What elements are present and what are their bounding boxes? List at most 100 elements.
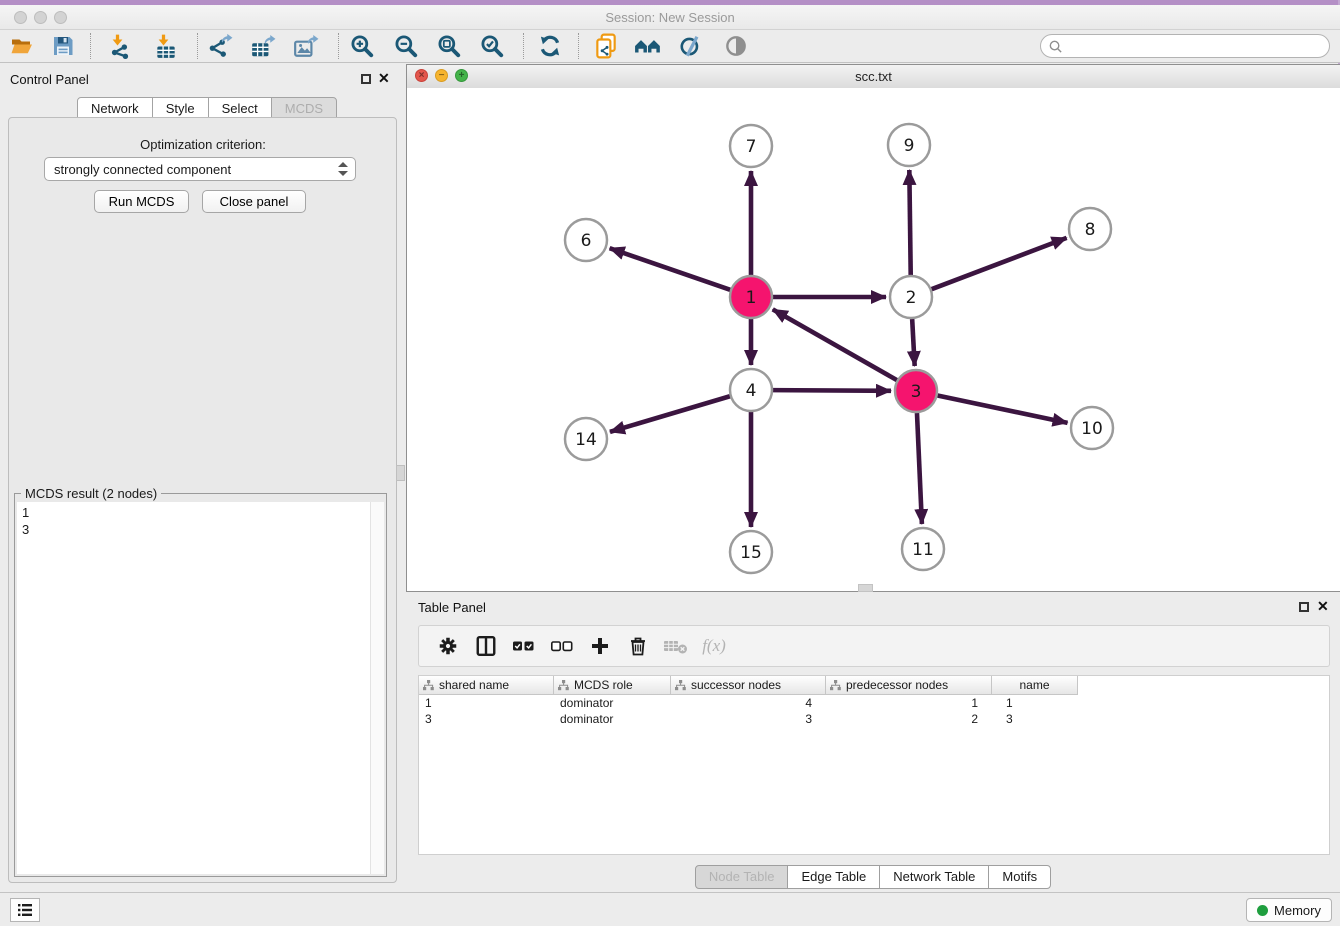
table-toolbar: f(x) <box>418 625 1330 667</box>
show-columns-icon[interactable] <box>467 631 505 661</box>
delete-row-icon[interactable] <box>619 631 657 661</box>
settings-gear-icon[interactable] <box>429 631 467 661</box>
column-header-name[interactable]: name <box>992 676 1078 695</box>
select-all-icon[interactable] <box>505 631 543 661</box>
table-row[interactable]: 3dominator323 <box>419 711 1329 727</box>
table-panel-title: Table Panel <box>418 600 486 615</box>
table-splitter-handle[interactable] <box>858 584 873 592</box>
edge-2-3[interactable] <box>912 319 915 366</box>
cell-MCDS-role[interactable]: dominator <box>554 711 671 727</box>
edge-2-8[interactable] <box>932 238 1067 289</box>
toolbar-separator <box>338 33 339 59</box>
close-panel-button[interactable]: Close panel <box>202 190 306 213</box>
panel-splitter-handle[interactable] <box>396 465 405 481</box>
close-panel-icon[interactable]: ✕ <box>378 72 390 84</box>
cell-shared-name[interactable]: 3 <box>419 711 554 727</box>
application-window: Session: New Session <box>0 0 1340 926</box>
control-panel-title: Control Panel <box>10 72 89 87</box>
cell-shared-name[interactable]: 1 <box>419 695 554 711</box>
table-row[interactable]: 1dominator411 <box>419 695 1329 711</box>
zoom-out-icon[interactable] <box>389 32 423 60</box>
node-table[interactable]: shared nameMCDS rolesuccessor nodesprede… <box>418 675 1330 855</box>
result-scrollbar[interactable] <box>370 502 384 874</box>
hierarchy-icon <box>558 680 569 691</box>
add-row-icon[interactable] <box>581 631 619 661</box>
column-header-predecessor-nodes[interactable]: predecessor nodes <box>826 676 992 695</box>
search-field[interactable] <box>1040 34 1330 58</box>
optimization-criterion-label: Optimization criterion: <box>0 137 406 152</box>
table-body: 1dominator4113dominator323 <box>419 695 1329 727</box>
memory-label: Memory <box>1274 903 1321 918</box>
cell-successor-nodes[interactable]: 3 <box>671 711 826 727</box>
column-header-MCDS-role[interactable]: MCDS role <box>554 676 671 695</box>
import-table-icon[interactable] <box>149 32 183 60</box>
cell-predecessor-nodes[interactable]: 2 <box>826 711 992 727</box>
edge-3-10[interactable] <box>938 396 1068 423</box>
cell-name[interactable]: 1 <box>992 695 1078 711</box>
list-icon <box>17 903 33 917</box>
node-label-4: 4 <box>746 381 757 401</box>
search-icon <box>1048 39 1063 54</box>
save-icon[interactable] <box>46 32 80 60</box>
float-table-panel-icon[interactable] <box>1299 602 1309 612</box>
mcds-result-group: MCDS result (2 nodes) 1 3 <box>14 493 387 877</box>
edge-1-6[interactable] <box>610 248 731 290</box>
duplicate-network-icon[interactable] <box>589 32 623 60</box>
tab-network-table[interactable]: Network Table <box>879 865 989 889</box>
export-table-icon[interactable] <box>246 32 280 60</box>
node-label-3: 3 <box>911 382 922 402</box>
zoom-selected-icon[interactable] <box>475 32 509 60</box>
toolbar-separator <box>90 33 91 59</box>
edge-2-9[interactable] <box>909 170 910 275</box>
cell-MCDS-role[interactable]: dominator <box>554 695 671 711</box>
search-input[interactable] <box>1063 38 1329 54</box>
open-folder-icon[interactable] <box>5 32 39 60</box>
edge-4-14[interactable] <box>610 396 730 432</box>
selected-option-label: strongly connected component <box>54 162 231 177</box>
optimization-criterion-select[interactable]: strongly connected component <box>44 157 356 181</box>
vizmapper-icon[interactable] <box>674 32 708 60</box>
float-panel-icon[interactable] <box>361 74 371 84</box>
network-graph[interactable]: 7968124314101511 <box>407 88 1340 591</box>
network-window-titlebar[interactable]: × − + scc.txt <box>407 65 1340 89</box>
column-header-shared-name[interactable]: shared name <box>419 676 554 695</box>
status-bar: Memory <box>0 892 1340 926</box>
toolbar-separator <box>578 33 579 59</box>
chevron-up-down-icon <box>338 161 348 177</box>
table-tabs: Node TableEdge TableNetwork TableMotifs <box>406 865 1340 889</box>
memory-button[interactable]: Memory <box>1246 898 1332 922</box>
hierarchy-icon <box>830 680 841 691</box>
zoom-fit-icon[interactable] <box>432 32 466 60</box>
column-header-successor-nodes[interactable]: successor nodes <box>671 676 826 695</box>
hierarchy-icon <box>423 680 434 691</box>
edge-4-3[interactable] <box>773 390 891 391</box>
tab-node-table[interactable]: Node Table <box>695 865 789 889</box>
tab-motifs[interactable]: Motifs <box>988 865 1051 889</box>
node-label-6: 6 <box>581 231 592 251</box>
window-titlebar: Session: New Session <box>0 5 1340 30</box>
node-label-8: 8 <box>1085 220 1096 240</box>
home-icon[interactable] <box>631 32 665 60</box>
show-graphics-details-icon[interactable] <box>719 32 753 60</box>
task-history-button[interactable] <box>10 898 40 922</box>
refresh-icon[interactable] <box>533 32 567 60</box>
network-canvas[interactable]: 7968124314101511 <box>407 88 1340 591</box>
mcds-result-list[interactable]: 1 3 <box>17 502 384 874</box>
cell-name[interactable]: 3 <box>992 711 1078 727</box>
run-mcds-button[interactable]: Run MCDS <box>94 190 189 213</box>
export-image-icon[interactable] <box>289 32 323 60</box>
tab-edge-table[interactable]: Edge Table <box>787 865 880 889</box>
cell-predecessor-nodes[interactable]: 1 <box>826 695 992 711</box>
edge-3-1[interactable] <box>773 309 897 380</box>
import-network-icon[interactable] <box>103 32 137 60</box>
table-header-row: shared nameMCDS rolesuccessor nodesprede… <box>419 676 1329 695</box>
zoom-in-icon[interactable] <box>345 32 379 60</box>
toolbar-separator <box>523 33 524 59</box>
edge-3-11[interactable] <box>917 413 922 524</box>
memory-status-icon <box>1257 905 1268 916</box>
unselect-all-icon[interactable] <box>543 631 581 661</box>
close-table-panel-icon[interactable]: ✕ <box>1317 600 1329 612</box>
cell-successor-nodes[interactable]: 4 <box>671 695 826 711</box>
export-network-icon[interactable] <box>203 32 237 60</box>
control-panel: Control Panel ✕ NetworkStyleSelectMCDS O… <box>0 62 406 892</box>
